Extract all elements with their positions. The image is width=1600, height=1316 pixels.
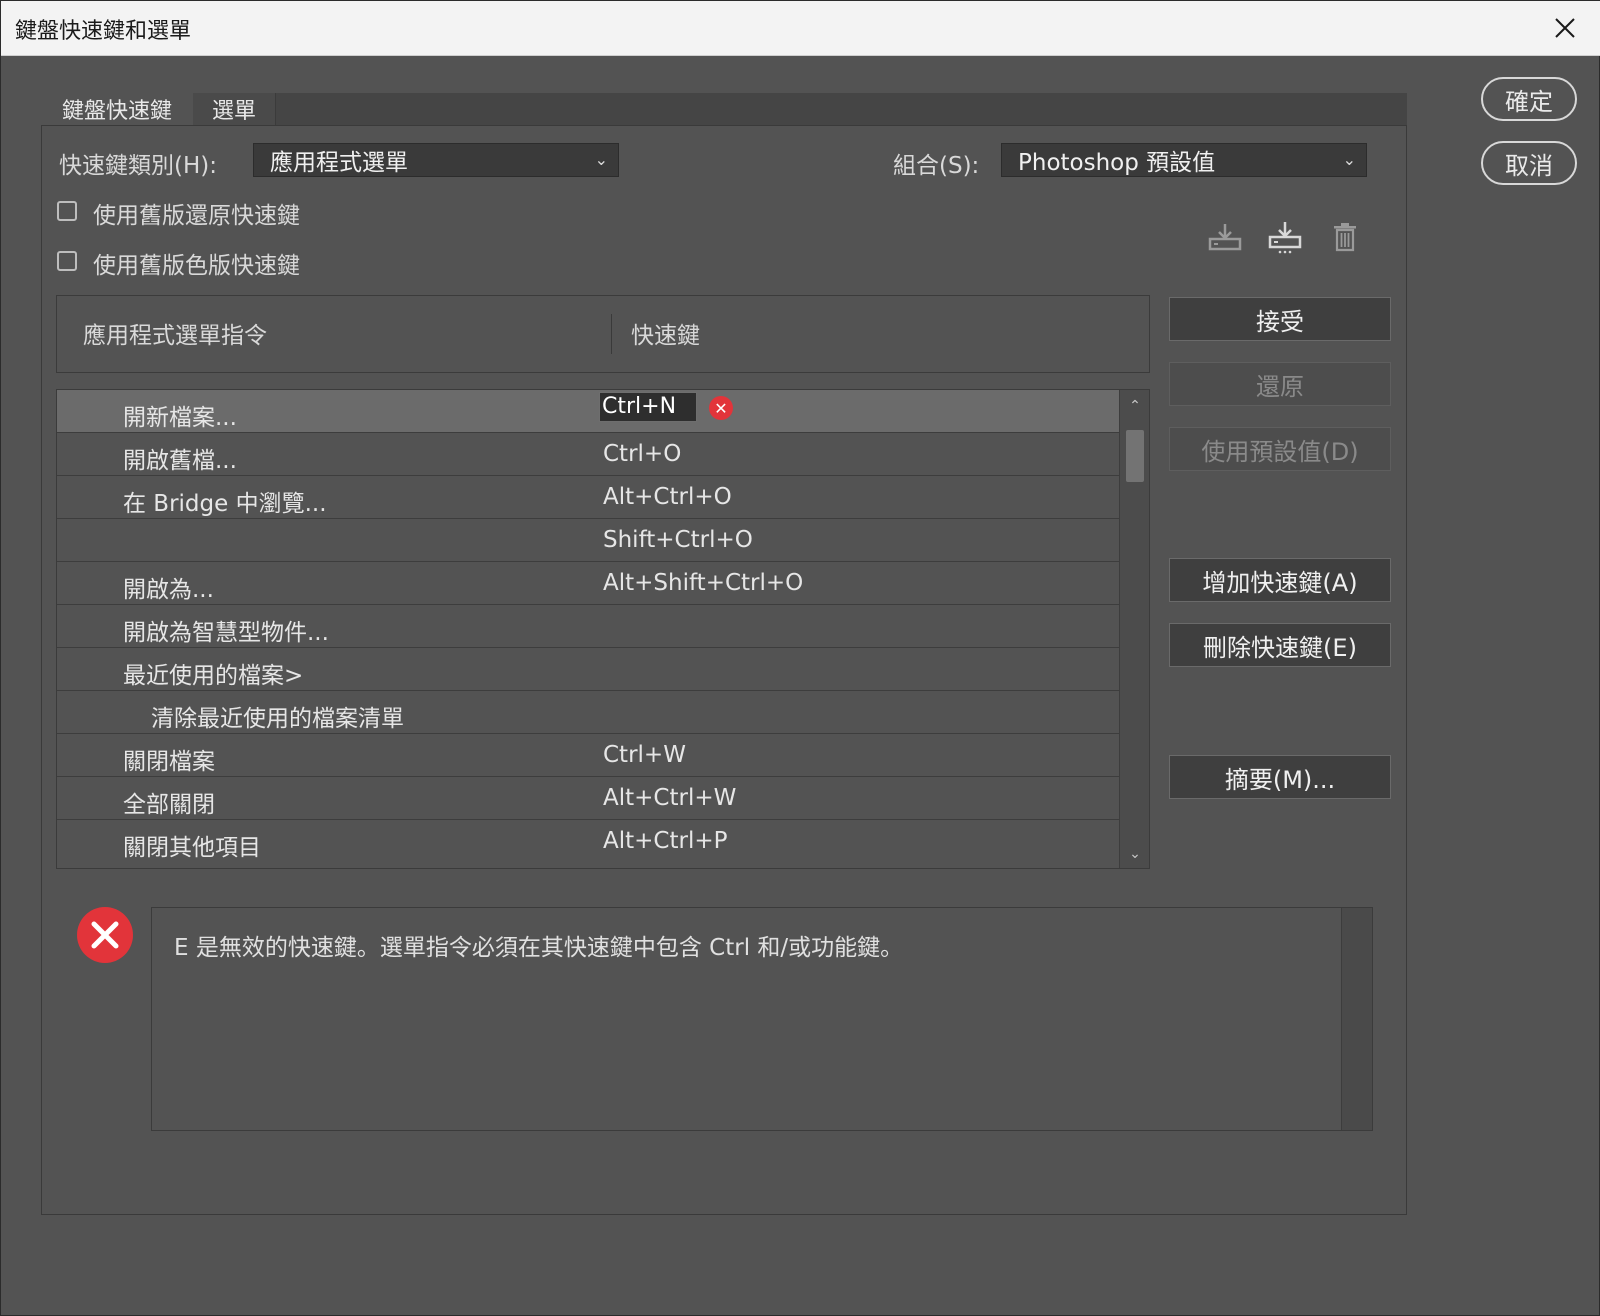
category-select[interactable]: 應用程式選單 ⌄ <box>253 143 619 177</box>
table-row[interactable]: 開啟為... Alt+Shift+Ctrl+O <box>57 562 1119 605</box>
column-header-command[interactable]: 應用程式選單指令 <box>83 316 267 350</box>
scroll-up-icon[interactable]: ⌃ <box>1120 394 1149 418</box>
command-cell: 開啟為... <box>123 577 214 603</box>
table-row[interactable]: 清除最近使用的檔案清單 <box>57 691 1119 734</box>
table-row[interactable]: 在 Bridge 中瀏覽... Alt+Ctrl+O <box>57 476 1119 519</box>
window-title: 鍵盤快速鍵和選單 <box>15 19 192 44</box>
save-set-icon <box>1208 224 1242 251</box>
remove-shortcut-icon[interactable]: ✕ <box>709 396 733 420</box>
command-cell: 清除最近使用的檔案清單 <box>151 706 404 732</box>
ok-button[interactable]: 確定 <box>1481 77 1577 121</box>
tab-bar: 鍵盤快速鍵 選單 <box>41 93 1407 126</box>
command-cell: 開新檔案... <box>123 405 237 431</box>
message-area: E 是無效的快速鍵。選單指令必須在其快速鍵中包含 Ctrl 和/或功能鍵。 <box>151 907 1373 1131</box>
shortcut-cell: Alt+Ctrl+P <box>603 828 728 854</box>
save-as-set-icon <box>1268 222 1302 254</box>
close-icon <box>1555 18 1575 38</box>
tab-keyboard-shortcuts[interactable]: 鍵盤快速鍵 <box>41 93 194 125</box>
table-header: 應用程式選單指令 快速鍵 <box>56 295 1150 373</box>
delete-shortcut-button[interactable]: 刪除快速鍵(E) <box>1169 623 1391 667</box>
table-row[interactable]: 最近使用的檔案> <box>57 648 1119 691</box>
command-cell: 最近使用的檔案> <box>123 663 304 689</box>
shortcut-cell: Ctrl+O <box>603 441 682 467</box>
command-cell: 開啟舊檔... <box>123 448 237 474</box>
category-label: 快速鍵類別(H): <box>59 153 217 179</box>
accept-button[interactable]: 接受 <box>1169 297 1391 341</box>
table-row[interactable]: 開啟舊檔... Ctrl+O <box>57 433 1119 476</box>
trash-icon <box>1334 223 1356 252</box>
set-select[interactable]: Photoshop 預設值 ⌄ <box>1001 143 1367 177</box>
legacy-undo-label: 使用舊版還原快速鍵 <box>93 203 300 229</box>
command-cell: 關閉檔案 <box>123 749 215 775</box>
table-row[interactable]: Shift+Ctrl+O <box>57 519 1119 562</box>
command-cell: 在 Bridge 中瀏覽... <box>123 491 327 517</box>
close-button[interactable] <box>1543 7 1587 49</box>
tab-menus[interactable]: 選單 <box>193 93 276 125</box>
command-cell: 開啟為智慧型物件... <box>123 620 329 646</box>
shortcut-edit-field[interactable]: Ctrl+N <box>599 392 697 422</box>
set-select-value: Photoshop 預設值 <box>1018 150 1216 176</box>
error-message: E 是無效的快速鍵。選單指令必須在其快速鍵中包含 Ctrl 和/或功能鍵。 <box>174 935 904 961</box>
save-set-button[interactable] <box>1205 217 1245 257</box>
set-label: 組合(S): <box>893 153 980 179</box>
shortcut-cell: Alt+Ctrl+W <box>603 785 737 811</box>
error-icon <box>77 907 133 963</box>
scrollbar-thumb[interactable] <box>1126 430 1144 482</box>
undo-button[interactable]: 還原 <box>1169 362 1391 406</box>
column-separator <box>611 314 612 354</box>
shortcut-cell: Shift+Ctrl+O <box>603 527 753 553</box>
delete-set-button[interactable] <box>1325 217 1365 257</box>
chevron-down-icon: ⌄ <box>594 150 608 169</box>
legacy-channel-checkbox[interactable] <box>57 251 77 271</box>
cancel-button[interactable]: 取消 <box>1481 141 1577 185</box>
keyboard-shortcuts-dialog: 鍵盤快速鍵和選單 確定 取消 鍵盤快速鍵 選單 快速鍵類別(H): 應用程式選單… <box>0 0 1600 1316</box>
legacy-channel-label: 使用舊版色版快速鍵 <box>93 253 300 279</box>
table-row[interactable]: 開新檔案... Ctrl+N ✕ <box>57 390 1119 433</box>
shortcut-cell: Alt+Shift+Ctrl+O <box>603 570 804 596</box>
chevron-down-icon: ⌄ <box>1342 150 1356 169</box>
column-header-shortcut[interactable]: 快速鍵 <box>631 316 700 350</box>
table-row[interactable]: 全部關閉 Alt+Ctrl+W <box>57 777 1119 820</box>
summarize-button[interactable]: 摘要(M)... <box>1169 755 1391 799</box>
legacy-undo-checkbox[interactable] <box>57 201 77 221</box>
shortcut-cell: Ctrl+W <box>603 742 686 768</box>
command-cell: 全部關閉 <box>123 792 215 818</box>
title-bar: 鍵盤快速鍵和選單 <box>1 1 1600 56</box>
use-default-button[interactable]: 使用預設值(D) <box>1169 427 1391 471</box>
add-shortcut-button[interactable]: 增加快速鍵(A) <box>1169 558 1391 602</box>
shortcuts-table: 開新檔案... Ctrl+N ✕ 開啟舊檔... Ctrl+O 在 Bridge… <box>56 389 1150 869</box>
save-as-set-button[interactable] <box>1265 217 1305 257</box>
table-scrollbar[interactable]: ⌃ ⌄ <box>1119 390 1149 868</box>
category-select-value: 應用程式選單 <box>270 150 408 176</box>
table-row[interactable]: 關閉檔案 Ctrl+W <box>57 734 1119 777</box>
scroll-down-icon[interactable]: ⌄ <box>1120 842 1149 866</box>
command-cell: 關閉其他項目 <box>123 835 261 861</box>
table-row[interactable]: 開啟為智慧型物件... <box>57 605 1119 648</box>
message-scrollbar[interactable] <box>1341 908 1372 1130</box>
shortcut-cell: Alt+Ctrl+O <box>603 484 732 510</box>
table-row[interactable]: 關閉其他項目 Alt+Ctrl+P <box>57 820 1119 863</box>
